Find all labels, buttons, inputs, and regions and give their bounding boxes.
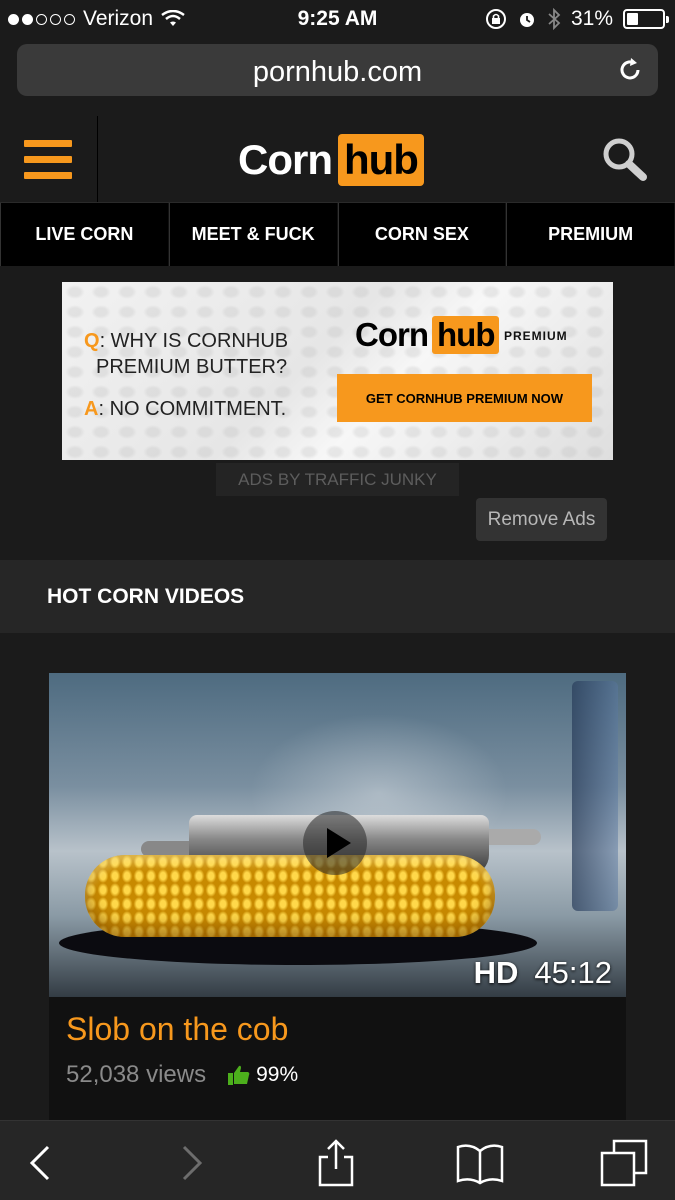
status-bar: Verizon 9:25 AM 31% bbox=[0, 0, 675, 38]
video-title[interactable]: Slob on the cob bbox=[66, 1011, 288, 1048]
reload-icon[interactable] bbox=[616, 56, 644, 84]
video-duration-overlay: HD 45:12 bbox=[474, 955, 612, 991]
main-nav: LIVE CORN MEET & FUCK CORN SEX PREMIUM bbox=[0, 202, 675, 266]
thumb-corn bbox=[85, 855, 495, 937]
tabs-icon[interactable] bbox=[600, 1139, 648, 1187]
site-logo[interactable]: Corn hub bbox=[238, 134, 424, 186]
ad-a-prefix: A bbox=[84, 398, 99, 420]
nav-item-meet[interactable]: MEET & FUCK bbox=[168, 203, 338, 266]
hamburger-bar bbox=[24, 156, 72, 163]
ad-a-text: : NO COMMITMENT. bbox=[98, 398, 287, 420]
battery-percent: 31% bbox=[570, 7, 613, 30]
remove-ads-button[interactable]: Remove Ads bbox=[476, 498, 607, 541]
ad-question-line2: PREMIUM BUTTER? bbox=[96, 356, 288, 378]
menu-button[interactable] bbox=[0, 116, 98, 202]
logo-text-right: hub bbox=[338, 134, 424, 186]
ad-q-prefix: Q bbox=[84, 330, 100, 352]
ad-logo-left: Corn bbox=[355, 316, 429, 353]
play-icon[interactable] bbox=[303, 811, 367, 875]
bluetooth-icon bbox=[548, 8, 561, 30]
alarm-icon bbox=[519, 13, 534, 27]
ad-banner[interactable]: Q: WHY IS CORNHUB PREMIUM BUTTER? A: NO … bbox=[62, 282, 613, 460]
thumb-pot-handle bbox=[481, 829, 541, 845]
nav-item-corn-sex[interactable]: CORN SEX bbox=[337, 203, 507, 266]
share-icon[interactable] bbox=[312, 1139, 360, 1187]
logo-text-left: Corn bbox=[238, 136, 333, 183]
hamburger-bar bbox=[24, 172, 72, 179]
rotation-lock-icon bbox=[485, 9, 506, 29]
thumbs-up-icon bbox=[228, 1065, 250, 1085]
video-card[interactable]: HD 45:12 Slob on the cob 52,038 views 99… bbox=[49, 673, 626, 1123]
ad-logo-right: hub bbox=[432, 316, 500, 354]
search-icon[interactable] bbox=[601, 136, 647, 182]
section-title: HOT CORN VIDEOS bbox=[0, 560, 675, 633]
site-header: Corn hub bbox=[0, 116, 675, 202]
ad-logo: Corn hub bbox=[355, 316, 500, 354]
video-views: 52,038 views bbox=[66, 1061, 207, 1088]
video-meta: 52,038 views 99% bbox=[66, 1061, 298, 1089]
get-premium-button[interactable]: GET CORNHUB PREMIUM NOW bbox=[337, 374, 592, 422]
forward-icon[interactable] bbox=[166, 1139, 214, 1187]
video-rating: 99% bbox=[228, 1063, 298, 1087]
battery-icon bbox=[623, 9, 669, 29]
battery-fill bbox=[627, 13, 638, 25]
back-icon[interactable] bbox=[18, 1139, 66, 1187]
browser-toolbar bbox=[0, 1120, 675, 1200]
ad-answer: A: NO COMMITMENT. bbox=[84, 398, 286, 421]
ad-premium-label: PREMIUM bbox=[504, 329, 568, 343]
video-thumbnail[interactable]: HD 45:12 bbox=[49, 673, 626, 997]
browser-address-area: pornhub.com bbox=[0, 38, 675, 110]
nav-item-live-corn[interactable]: LIVE CORN bbox=[0, 203, 169, 266]
status-right: 31% bbox=[485, 7, 669, 31]
video-duration: 45:12 bbox=[534, 955, 612, 990]
hamburger-bar bbox=[24, 140, 72, 147]
url-text[interactable]: pornhub.com bbox=[17, 56, 658, 89]
rating-value: 99% bbox=[256, 1063, 299, 1086]
address-bar[interactable]: pornhub.com bbox=[17, 44, 658, 96]
bookmarks-icon[interactable] bbox=[456, 1139, 504, 1187]
ad-q-text: : WHY IS CORNHUB bbox=[99, 330, 289, 352]
ad-question-line1: Q: WHY IS CORNHUB bbox=[84, 326, 288, 356]
thumb-jar bbox=[572, 681, 618, 911]
nav-item-premium[interactable]: PREMIUM bbox=[506, 203, 675, 266]
ads-by-label[interactable]: ADS BY TRAFFIC JUNKY bbox=[216, 463, 459, 496]
hd-badge: HD bbox=[473, 955, 519, 990]
